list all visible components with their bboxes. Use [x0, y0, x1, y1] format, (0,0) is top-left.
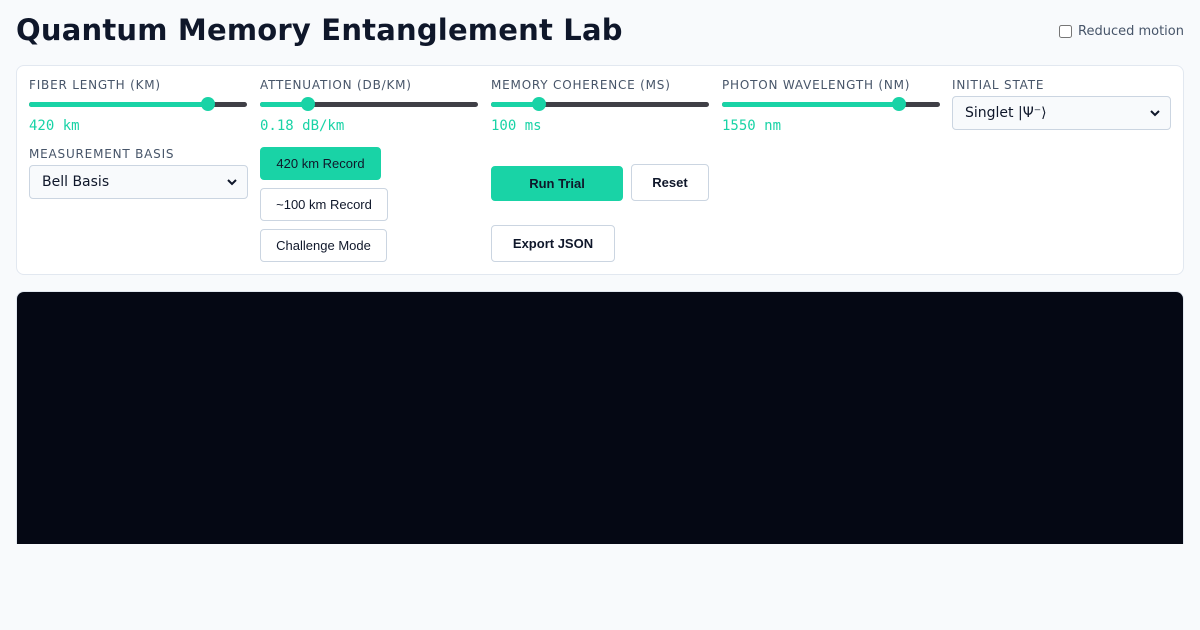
attenuation-label: ATTENUATION (DB/KM) — [260, 78, 412, 92]
chevron-down-icon — [227, 179, 237, 186]
simulation-canvas[interactable] — [16, 291, 1184, 544]
initial-state-select[interactable]: Singlet |Ψ⁻⟩ — [952, 96, 1171, 130]
memory-coherence-value: 100 ms — [491, 118, 542, 134]
slider-thumb[interactable] — [200, 97, 215, 111]
photon-wavelength-value: 1550 nm — [722, 118, 782, 134]
challenge-mode-button[interactable]: Challenge Mode — [260, 229, 387, 262]
preset-420km-button[interactable]: 420 km Record — [260, 147, 381, 180]
page-title: Quantum Memory Entanglement Lab — [16, 13, 623, 47]
measurement-basis-label: MEASUREMENT BASIS — [29, 147, 175, 161]
chevron-down-icon — [1150, 110, 1160, 117]
attenuation-slider[interactable] — [260, 97, 478, 111]
run-trial-button[interactable]: Run Trial — [491, 166, 623, 201]
memory-coherence-slider[interactable] — [491, 97, 709, 111]
slider-thumb[interactable] — [531, 97, 546, 111]
reduced-motion-label: Reduced motion — [1078, 24, 1184, 39]
slider-thumb[interactable] — [300, 97, 315, 111]
reset-button[interactable]: Reset — [631, 164, 709, 201]
reduced-motion-toggle[interactable]: Reduced motion — [1059, 24, 1184, 39]
photon-wavelength-label: PHOTON WAVELENGTH (NM) — [722, 78, 911, 92]
initial-state-label: INITIAL STATE — [952, 78, 1045, 92]
fiber-length-value: 420 km — [29, 118, 80, 134]
slider-thumb[interactable] — [891, 97, 906, 111]
export-json-button[interactable]: Export JSON — [491, 225, 615, 262]
initial-state-selected: Singlet |Ψ⁻⟩ — [965, 105, 1047, 121]
controls-panel: FIBER LENGTH (KM) 420 km MEASUREMENT BAS… — [16, 65, 1184, 275]
measurement-basis-select[interactable]: Bell Basis — [29, 165, 248, 199]
fiber-length-label: FIBER LENGTH (KM) — [29, 78, 161, 92]
photon-wavelength-slider[interactable] — [722, 97, 940, 111]
memory-coherence-label: MEMORY COHERENCE (MS) — [491, 78, 671, 92]
reduced-motion-checkbox[interactable] — [1059, 25, 1072, 38]
slider-fill — [722, 102, 899, 107]
preset-100km-button[interactable]: ~100 km Record — [260, 188, 388, 221]
slider-fill — [29, 102, 208, 107]
measurement-basis-selected: Bell Basis — [42, 174, 110, 190]
fiber-length-slider[interactable] — [29, 97, 247, 111]
attenuation-value: 0.18 dB/km — [260, 118, 345, 134]
